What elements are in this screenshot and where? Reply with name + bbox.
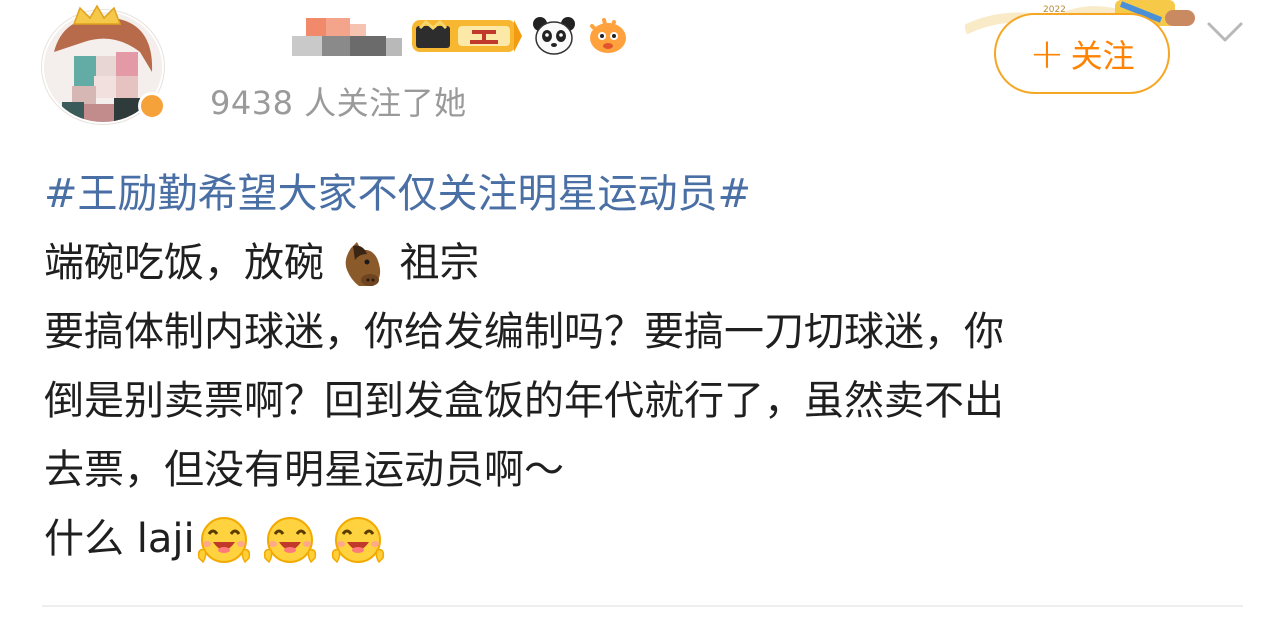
crown-icon — [72, 4, 122, 25]
follow-button-label: 关注 — [1070, 36, 1135, 75]
cheering-face-icon — [331, 517, 384, 564]
cheering-face-icon — [197, 517, 250, 564]
user-badges — [410, 14, 632, 58]
chevron-down-icon[interactable] — [1203, 14, 1247, 48]
topic-hashtag-link[interactable]: #王励勤希望大家不仅关注明星运动员# — [44, 171, 751, 217]
fish-icon[interactable] — [584, 16, 632, 56]
vip-level-badge-icon[interactable] — [410, 16, 524, 56]
avatar-badge-icon — [138, 92, 166, 120]
post-content: #王励勤希望大家不仅关注明星运动员# 端碗吃饭，放碗 祖宗 要搞体制内球迷，你给… — [44, 160, 1244, 574]
horse-face-icon — [345, 242, 380, 286]
followers-count: 9438 人关注了她 — [210, 84, 467, 122]
username-mosaic[interactable] — [292, 18, 404, 58]
post-line-1: 端碗吃饭，放碗 祖宗 — [44, 229, 1244, 298]
divider — [42, 605, 1243, 607]
post-line-5: 什么 laji — [44, 505, 1244, 574]
post-line-4: 去票，但没有明星运动员啊～ — [44, 447, 564, 493]
post-line-3: 倒是别卖票啊？回到发盒饭的年代就行了，虽然卖不出 — [44, 378, 1004, 424]
avatar[interactable] — [42, 4, 168, 126]
post-line-2: 要搞体制内球迷，你给发编制吗？要搞一刀切球迷，你 — [44, 309, 1004, 355]
panda-icon[interactable] — [532, 16, 576, 56]
post-text-5: 什么 laji — [44, 516, 195, 562]
post-topic-line: #王励勤希望大家不仅关注明星运动员# — [44, 160, 1244, 229]
cheering-face-icon — [263, 517, 316, 564]
post-text-1a: 端碗吃饭，放碗 — [44, 240, 324, 286]
plus-icon: + — [1029, 28, 1065, 78]
follow-button[interactable]: + 关注 — [994, 13, 1170, 94]
post-text-1b: 祖宗 — [399, 240, 480, 286]
